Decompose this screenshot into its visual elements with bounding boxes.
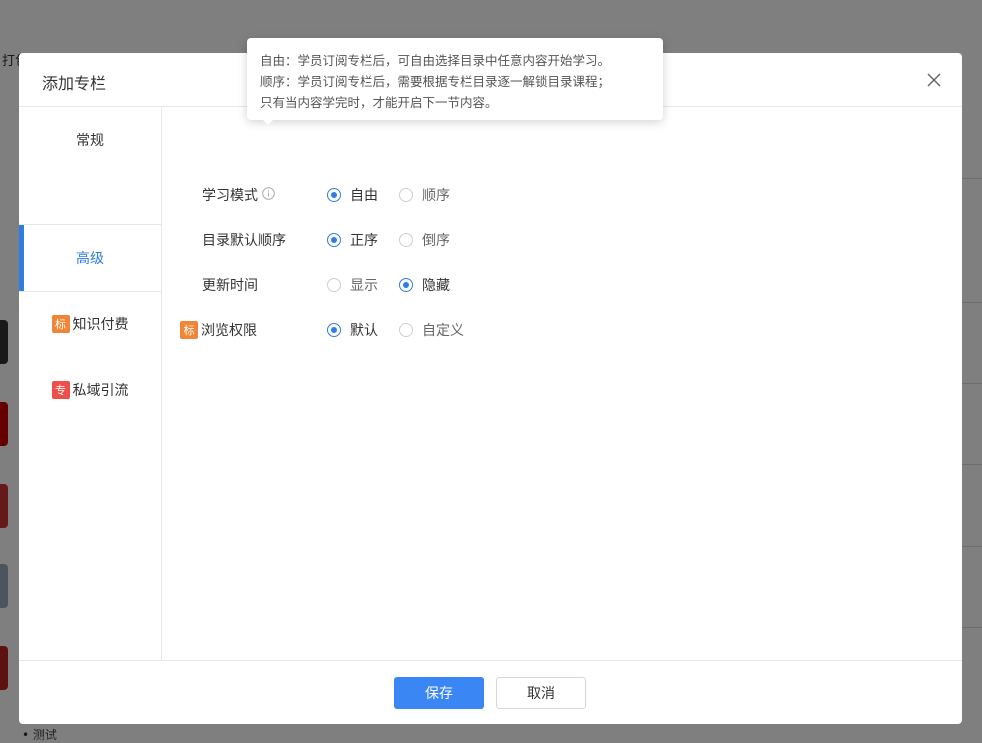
catalog-order-radio-group: 正序 倒序 bbox=[327, 228, 450, 252]
browse-permission-default-radio[interactable]: 默认 bbox=[327, 320, 399, 340]
sidebar-item-advanced[interactable]: 高级 bbox=[19, 224, 161, 292]
catalog-order-asc-radio[interactable]: 正序 bbox=[327, 230, 399, 250]
browse-permission-radio-group: 默认 自定义 bbox=[327, 318, 464, 342]
study-mode-radio-group: 自由 顺序 bbox=[327, 183, 450, 207]
tag-badge: 标 bbox=[51, 314, 70, 333]
add-column-dialog: 添加专栏 常规 高级 标 知识付费 专 私域引流 学习模式 自由 顺序 目录默认… bbox=[19, 53, 962, 724]
radio-label: 隐藏 bbox=[422, 278, 450, 294]
browse-permission-custom-radio[interactable]: 自定义 bbox=[399, 320, 464, 340]
radio-label: 倒序 bbox=[422, 233, 450, 249]
catalog-order-desc-radio[interactable]: 倒序 bbox=[399, 230, 450, 250]
study-mode-label: 学习模式 bbox=[202, 183, 275, 207]
study-mode-label-text: 学习模式 bbox=[202, 188, 258, 204]
browse-permission-label: 标 浏览权限 bbox=[180, 318, 257, 342]
sidebar-item-label: 常规 bbox=[76, 132, 104, 149]
settings-sidebar: 常规 高级 标 知识付费 专 私域引流 bbox=[19, 107, 162, 660]
update-time-show-radio[interactable]: 显示 bbox=[327, 275, 399, 295]
tooltip-arrow bbox=[262, 119, 274, 125]
radio-label: 正序 bbox=[350, 233, 378, 249]
browse-permission-row: 标 浏览权限 默认 自定义 bbox=[162, 318, 942, 342]
info-icon[interactable] bbox=[262, 186, 275, 204]
study-mode-sequential-radio[interactable]: 顺序 bbox=[399, 185, 450, 205]
sidebar-item-private-traffic[interactable]: 专 私域引流 bbox=[19, 357, 161, 422]
update-time-label: 更新时间 bbox=[202, 278, 258, 294]
radio-label: 显示 bbox=[350, 278, 378, 294]
update-time-hide-radio[interactable]: 隐藏 bbox=[399, 275, 450, 295]
radio-circle bbox=[399, 323, 413, 337]
tooltip-line: 自由：学员订阅专栏后，可自由选择目录中任意内容开始学习。 bbox=[260, 53, 611, 68]
dialog-footer: 保存 取消 bbox=[19, 660, 962, 724]
tooltip-line: 只有当内容学完时，才能开启下一节内容。 bbox=[260, 95, 498, 110]
update-time-row: 更新时间 显示 隐藏 bbox=[162, 273, 942, 297]
sidebar-item-label: 高级 bbox=[76, 251, 104, 267]
tooltip-line: 顺序：学员订阅专栏后，需要根据专栏目录逐一解锁目录课程； bbox=[260, 74, 611, 89]
radio-circle bbox=[399, 233, 413, 247]
catalog-order-label: 目录默认顺序 bbox=[202, 233, 286, 249]
radio-circle bbox=[399, 188, 413, 202]
sidebar-item-paid-knowledge[interactable]: 标 知识付费 bbox=[19, 291, 161, 356]
radio-circle bbox=[327, 278, 341, 292]
radio-label: 自定义 bbox=[422, 323, 464, 339]
study-mode-tooltip: 自由：学员订阅专栏后，可自由选择目录中任意内容开始学习。 顺序：学员订阅专栏后，… bbox=[247, 38, 663, 120]
radio-circle bbox=[399, 278, 413, 292]
study-mode-free-radio[interactable]: 自由 bbox=[327, 185, 399, 205]
catalog-order-row: 目录默认顺序 正序 倒序 bbox=[162, 228, 942, 252]
radio-circle bbox=[327, 188, 341, 202]
pro-badge: 专 bbox=[51, 380, 70, 399]
radio-label: 自由 bbox=[350, 188, 378, 204]
browse-permission-label-text: 浏览权限 bbox=[201, 323, 257, 339]
cancel-button[interactable]: 取消 bbox=[496, 677, 586, 709]
tag-badge: 标 bbox=[180, 321, 198, 339]
radio-label: 顺序 bbox=[422, 188, 450, 204]
update-time-radio-group: 显示 隐藏 bbox=[327, 273, 450, 297]
sidebar-item-label: 知识付费 bbox=[72, 316, 129, 333]
save-button[interactable]: 保存 bbox=[394, 677, 484, 709]
sidebar-item-label: 私域引流 bbox=[72, 382, 129, 399]
settings-content: 学习模式 自由 顺序 目录默认顺序 正序 倒序 更新时间 显示 隐藏 标 浏览权… bbox=[162, 107, 962, 660]
radio-label: 默认 bbox=[350, 323, 378, 339]
sidebar-item-general[interactable]: 常规 bbox=[19, 107, 161, 172]
study-mode-row: 学习模式 自由 顺序 bbox=[162, 183, 942, 207]
close-icon[interactable] bbox=[923, 69, 945, 91]
dialog-title: 添加专栏 bbox=[42, 74, 107, 93]
radio-circle bbox=[327, 233, 341, 247]
radio-circle bbox=[327, 323, 341, 337]
